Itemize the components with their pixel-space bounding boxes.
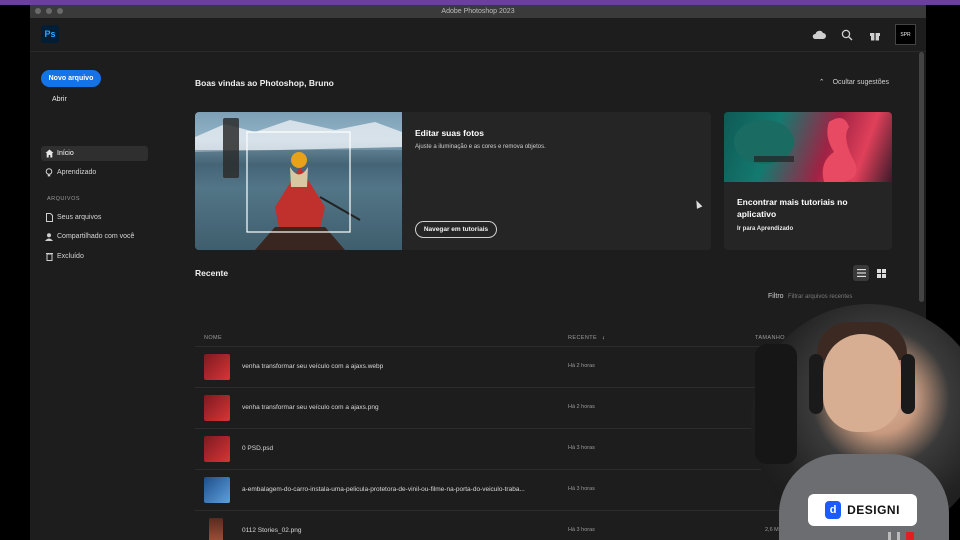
welcome-heading: Boas vindas ao Photoshop, Bruno: [195, 78, 334, 88]
file-thumbnail: [209, 518, 223, 540]
column-recent[interactable]: RECENTE ↓: [568, 335, 605, 341]
view-toggle: [853, 265, 889, 281]
record-stop-icon: [906, 532, 914, 540]
file-time: Há 3 horas: [568, 445, 595, 451]
file-name: a-embalagem-do-carro-instala-uma-pelicul…: [242, 486, 525, 493]
open-button[interactable]: Abrir: [52, 96, 67, 103]
grid-view-icon: [876, 268, 886, 278]
hide-suggestions-label: Ocultar sugestões: [832, 79, 889, 86]
maximize-window-button[interactable]: [57, 8, 63, 14]
app-header: Ps SPR: [30, 18, 926, 52]
sidebar-item-label: Excluído: [57, 253, 84, 260]
filter-input[interactable]: Filtrar arquivos recentes: [788, 292, 878, 303]
header-actions: SPR: [811, 24, 916, 45]
file-name: 0 PSD.psd: [242, 445, 274, 452]
file-thumbnail: [204, 354, 230, 380]
minimize-window-button[interactable]: [46, 8, 52, 14]
hero-photo: [195, 112, 402, 250]
microphone: [755, 344, 797, 464]
window-title: Adobe Photoshop 2023: [441, 8, 515, 15]
edit-photos-card: Editar suas fotos Ajuste a iluminação e …: [195, 112, 711, 250]
sidebar-item-your-files[interactable]: Seus arquivos: [41, 210, 148, 225]
new-file-button[interactable]: Novo arquivo: [41, 70, 101, 87]
file-thumbnail: [204, 436, 230, 462]
window-titlebar: Adobe Photoshop 2023: [30, 5, 926, 18]
window-controls[interactable]: [35, 8, 63, 14]
presenter-face: [823, 334, 901, 432]
sidebar-item-shared[interactable]: Compartilhado com você: [41, 229, 148, 244]
home-icon: [41, 149, 57, 158]
tutorials-card[interactable]: Encontrar mais tutoriais no aplicativo I…: [724, 112, 892, 250]
designi-watermark: d DESIGNI: [808, 494, 917, 526]
file-time: Há 2 horas: [568, 404, 595, 410]
close-window-button[interactable]: [35, 8, 41, 14]
sidebar-item-label: Seus arquivos: [57, 214, 102, 221]
file-time: Há 3 horas: [568, 527, 595, 533]
recent-heading: Recente: [195, 268, 229, 278]
file-time: Há 2 horas: [568, 363, 595, 369]
designi-logo-icon: d: [825, 501, 842, 519]
hero-title: Editar suas fotos: [415, 128, 484, 138]
file-icon: [41, 213, 57, 222]
file-thumbnail: [204, 395, 230, 421]
photoshop-logo: Ps: [41, 25, 59, 43]
list-view-icon: [856, 269, 866, 277]
scrollbar[interactable]: [919, 52, 924, 302]
column-recent-label: RECENTE: [568, 335, 598, 341]
hide-suggestions-button[interactable]: ⌃ Ocultar sugestões: [819, 78, 889, 86]
hero-description: Ajuste a iluminação e as cores e remova …: [415, 144, 546, 150]
chevron-up-icon: ⌃: [818, 79, 825, 86]
file-name: 0112 Stories_02.png: [242, 527, 302, 534]
list-view-button[interactable]: [853, 265, 869, 281]
sidebar-item-label: Início: [57, 150, 74, 157]
headphone-left: [809, 354, 823, 414]
sidebar-item-home[interactable]: Início: [41, 146, 148, 161]
file-thumbnail: [204, 477, 230, 503]
column-name[interactable]: NOME: [204, 335, 222, 341]
search-icon[interactable]: [839, 27, 855, 43]
gift-icon[interactable]: [867, 27, 883, 43]
sidebar-item-learn[interactable]: Aprendizado: [41, 165, 148, 180]
go-to-learn-link[interactable]: Ir para Aprendizado: [737, 226, 793, 232]
designi-brand-text: DESIGNI: [847, 503, 900, 517]
sort-arrow-icon: ↓: [602, 335, 606, 341]
browse-tutorials-button[interactable]: Navegar em tutoriais: [415, 221, 497, 238]
file-name: venha transformar seu veículo com a ajax…: [242, 363, 384, 370]
sidebar-item-label: Compartilhado com você: [57, 233, 135, 240]
recording-controls: [888, 532, 914, 540]
cloud-icon[interactable]: [811, 27, 827, 43]
avatar[interactable]: SPR: [895, 24, 916, 45]
trash-icon: [41, 252, 57, 261]
headphone-right: [901, 354, 915, 414]
sidebar-item-deleted[interactable]: Excluído: [41, 249, 148, 264]
lightbulb-icon: [41, 168, 57, 177]
pause-icon: [888, 532, 891, 540]
user-icon: [41, 232, 57, 241]
grid-view-button[interactable]: [873, 265, 889, 281]
tutorial-thumbnail: [724, 112, 892, 182]
pause-icon: [897, 532, 900, 540]
file-name: venha transformar seu veículo com a ajax…: [242, 404, 379, 411]
file-time: Há 3 horas: [568, 486, 595, 492]
tutorials-card-title: Encontrar mais tutoriais no aplicativo: [737, 197, 848, 219]
filter-label: Filtro: [768, 293, 784, 300]
sidebar: Novo arquivo Abrir Início Aprendizado AR…: [30, 52, 180, 540]
sidebar-item-label: Aprendizado: [57, 169, 97, 176]
files-section-label: ARQUIVOS: [47, 196, 81, 202]
